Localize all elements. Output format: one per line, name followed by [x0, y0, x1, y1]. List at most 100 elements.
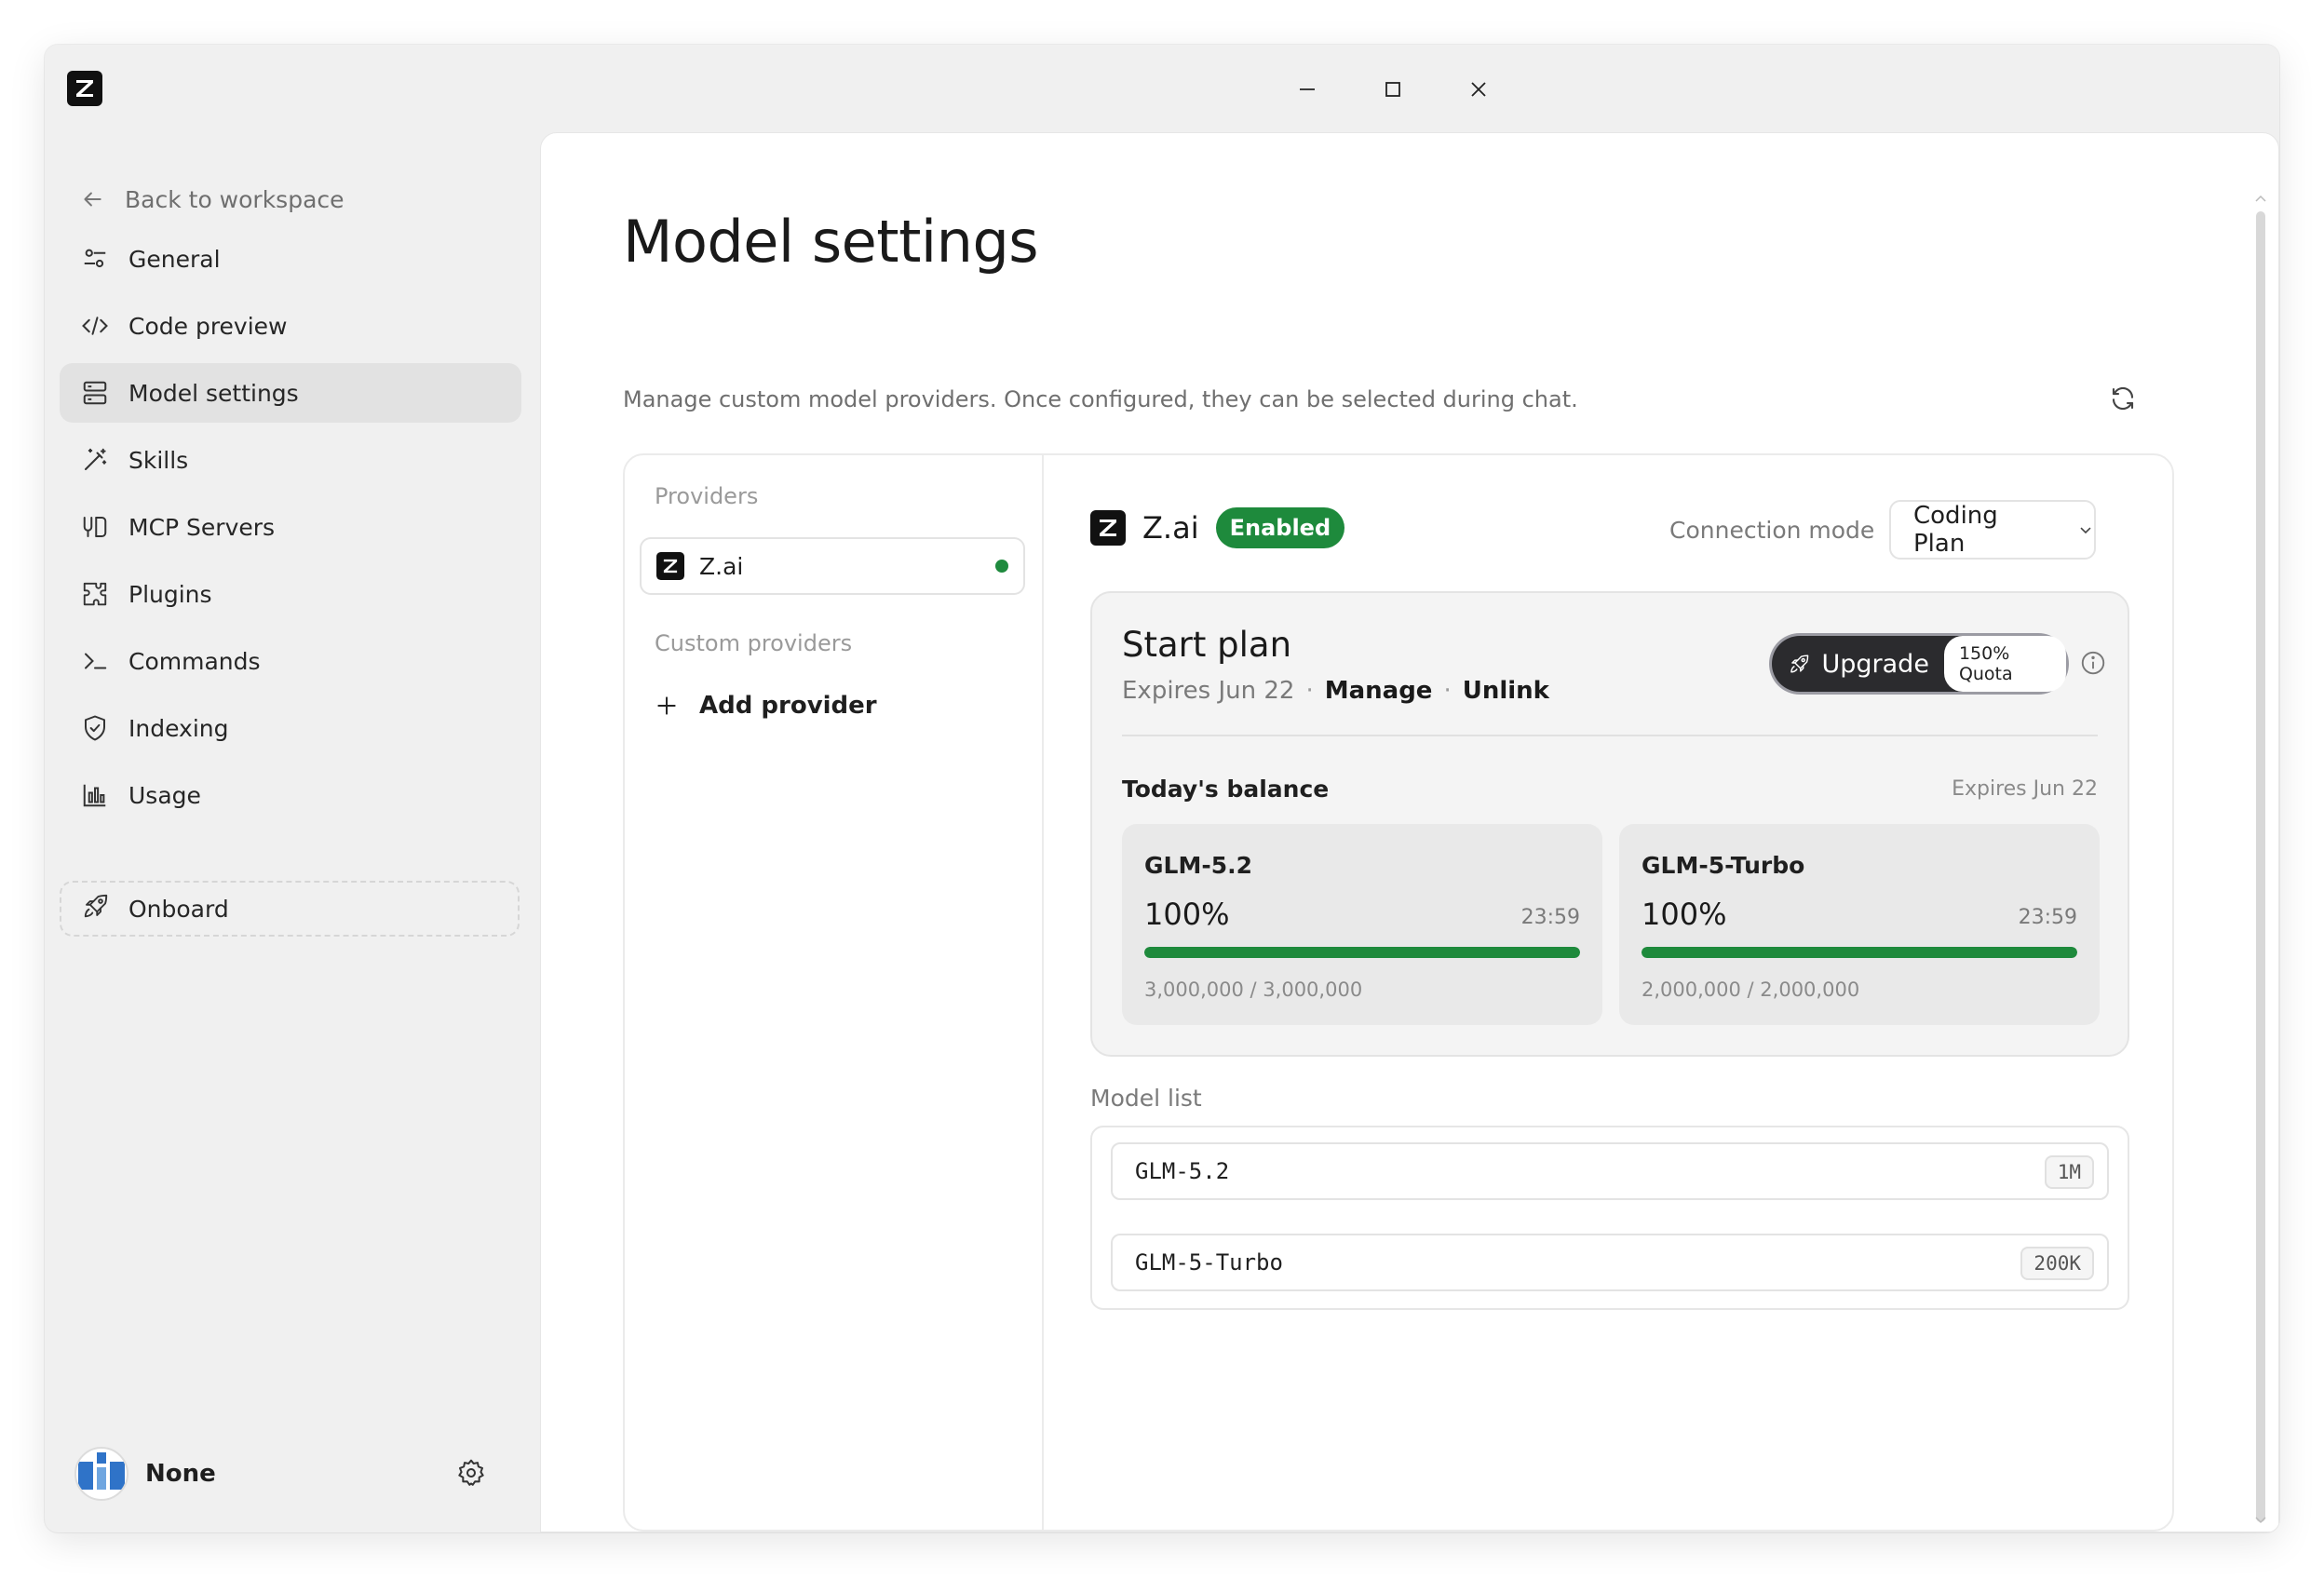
back-label: Back to workspace — [125, 185, 345, 213]
sidebar-item-label: Plugins — [128, 580, 212, 608]
custom-providers-heading: Custom providers — [655, 630, 853, 656]
provider-title: Z.ai — [1142, 510, 1199, 546]
balance-percent: 100% — [1642, 897, 1727, 932]
minimize-icon[interactable] — [1287, 71, 1328, 108]
upgrade-label: Upgrade — [1821, 649, 1929, 679]
model-row-glm-5-turbo[interactable]: GLM-5-Turbo 200K — [1111, 1234, 2109, 1291]
provider-settings-card: Providers Z.ai Custom providers Add prov… — [623, 453, 2174, 1532]
providers-heading: Providers — [655, 483, 759, 509]
shield-icon — [80, 713, 110, 743]
sidebar-item-usage[interactable]: Usage — [60, 765, 521, 825]
balance-model-name: GLM-5-Turbo — [1642, 852, 1805, 879]
balance-progress-bar — [1642, 947, 2077, 958]
add-provider-label: Add provider — [699, 692, 877, 720]
manage-link[interactable]: Manage — [1325, 677, 1433, 705]
scroll-up-arrow[interactable] — [2254, 189, 2267, 202]
terminal-icon — [80, 646, 110, 676]
sidebar-item-mcp-servers[interactable]: MCP Servers — [60, 497, 521, 557]
plan-card: Start plan Expires Jun 22 · Manage · Unl… — [1090, 591, 2129, 1057]
sidebar-item-label: Usage — [128, 781, 201, 809]
context-size-badge: 1M — [2044, 1155, 2094, 1189]
unlink-link[interactable]: Unlink — [1463, 677, 1549, 705]
sidebar-item-label: General — [128, 245, 221, 273]
onboard-button[interactable]: Onboard — [60, 881, 520, 937]
puzzle-icon — [80, 579, 110, 609]
sidebar-item-indexing[interactable]: Indexing — [60, 698, 521, 758]
code-icon — [80, 311, 110, 341]
balance-expiry: Expires Jun 22 — [1952, 777, 2098, 801]
model-list: GLM-5.2 1M GLM-5-Turbo 200K — [1090, 1126, 2129, 1310]
server-icon — [80, 378, 110, 408]
mcp-icon — [80, 512, 110, 542]
page-title: Model settings — [623, 208, 1039, 276]
balance-card-glm-5-turbo: GLM-5-Turbo 100% 23:59 2,000,000 / 2,000… — [1619, 824, 2100, 1025]
user-name: None — [145, 1460, 216, 1488]
upgrade-button[interactable]: Upgrade 150% Quota — [1772, 636, 2066, 692]
balance-heading: Today's balance — [1122, 776, 1330, 803]
maximize-icon[interactable] — [1372, 71, 1413, 108]
balance-reset-time: 23:59 — [2018, 906, 2077, 929]
balance-model-name: GLM-5.2 — [1144, 852, 1252, 879]
sidebar-item-skills[interactable]: Skills — [60, 430, 521, 490]
connection-mode-value: Coding Plan — [1913, 502, 1998, 558]
rocket-icon — [82, 892, 110, 925]
balance-count: 3,000,000 / 3,000,000 — [1144, 978, 1363, 1001]
sidebar-item-plugins[interactable]: Plugins — [60, 564, 521, 624]
sidebar-item-commands[interactable]: Commands — [60, 631, 521, 691]
balance-reset-time: 23:59 — [1520, 906, 1580, 929]
magic-wand-icon — [80, 445, 110, 475]
balance-progress-bar — [1144, 947, 1580, 958]
plan-expiry: Expires Jun 22 — [1122, 677, 1295, 705]
close-icon[interactable] — [1458, 71, 1499, 108]
sidebar-item-label: Model settings — [128, 379, 299, 407]
provider-detail: Z.ai Enabled Connection mode Coding Plan… — [1044, 455, 2172, 1530]
providers-column: Providers Z.ai Custom providers Add prov… — [625, 455, 1044, 1530]
model-name: GLM-5-Turbo — [1135, 1249, 1283, 1275]
back-to-workspace-link[interactable]: Back to workspace — [80, 181, 345, 218]
user-profile[interactable]: None — [74, 1447, 216, 1501]
rocket-icon — [1790, 655, 1809, 673]
separator: · — [1443, 677, 1452, 705]
app-logo — [67, 71, 102, 106]
connection-mode-select[interactable]: Coding Plan — [1889, 500, 2096, 560]
add-provider-button[interactable]: Add provider — [655, 692, 877, 720]
zai-logo-icon — [1090, 510, 1126, 546]
sidebar-nav: General Code preview Model settings Skil… — [60, 229, 521, 832]
plan-title: Start plan — [1122, 625, 1292, 665]
balance-percent: 100% — [1144, 897, 1230, 932]
plan-meta: Expires Jun 22 · Manage · Unlink — [1122, 677, 1549, 705]
balance-card-glm-5-2: GLM-5.2 100% 23:59 3,000,000 / 3,000,000 — [1122, 824, 1602, 1025]
provider-item-zai[interactable]: Z.ai — [640, 537, 1025, 595]
sidebar-item-label: MCP Servers — [128, 513, 276, 541]
model-row-glm-5-2[interactable]: GLM-5.2 1M — [1111, 1142, 2109, 1200]
sidebar-item-label: Skills — [128, 446, 189, 474]
scroll-down-arrow[interactable] — [2254, 1511, 2267, 1524]
balance-progress-fill — [1144, 947, 1580, 958]
refresh-icon[interactable] — [2109, 385, 2142, 418]
divider — [1122, 735, 2098, 736]
info-icon[interactable] — [2079, 649, 2107, 677]
zai-logo-icon — [656, 552, 684, 580]
sidebar-item-general[interactable]: General — [60, 229, 521, 289]
model-list-heading: Model list — [1090, 1085, 1202, 1112]
arrow-left-icon — [84, 192, 101, 207]
main-panel: Model settings Manage custom model provi… — [540, 132, 2279, 1532]
balance-count: 2,000,000 / 2,000,000 — [1642, 978, 1860, 1001]
sidebar-item-code-preview[interactable]: Code preview — [60, 296, 521, 356]
plus-icon — [657, 696, 676, 715]
separator: · — [1305, 677, 1314, 705]
sidebar-item-model-settings[interactable]: Model settings — [60, 363, 521, 423]
avatar — [74, 1447, 128, 1501]
chevron-down-icon — [2080, 527, 2091, 534]
sidebar-item-label: Indexing — [128, 714, 229, 742]
status-dot — [995, 560, 1008, 573]
page-description: Manage custom model providers. Once conf… — [623, 386, 1578, 412]
scrollbar-thumb[interactable] — [2256, 211, 2265, 1522]
onboard-label: Onboard — [128, 895, 229, 923]
context-size-badge: 200K — [2020, 1247, 2094, 1280]
quota-badge: 150% Quota — [1943, 636, 2066, 692]
gear-icon[interactable] — [456, 1458, 490, 1491]
provider-header: Z.ai Enabled — [1090, 507, 1345, 548]
connection-mode-label: Connection mode — [1669, 517, 1875, 544]
provider-name: Z.ai — [699, 552, 744, 580]
